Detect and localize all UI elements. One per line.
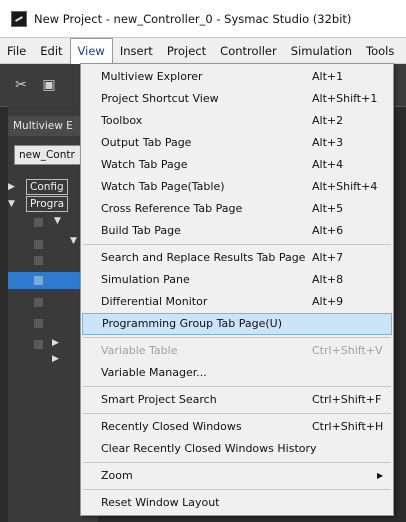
menu-item-differential-monitor[interactable]: Differential Monitor Alt+9: [82, 291, 392, 313]
menu-item-recently-closed-windows[interactable]: Recently Closed Windows Ctrl+Shift+H: [82, 416, 392, 438]
menu-item-label: Output Tab Page: [101, 136, 192, 149]
menu-separator: [83, 337, 391, 338]
menu-separator: [83, 489, 391, 490]
menu-item-smart-project-search[interactable]: Smart Project Search Ctrl+Shift+F: [82, 389, 392, 411]
tree-node-icon: [34, 298, 43, 307]
menu-item-variable-manager[interactable]: Variable Manager...: [82, 362, 392, 384]
menu-item-label: Programming Group Tab Page(U): [102, 317, 283, 330]
menu-item-label: Watch Tab Page(Table): [101, 180, 225, 193]
tree-node-icon: [34, 319, 43, 328]
menu-item-shortcut: Alt+5: [312, 202, 344, 215]
menu-item-label: Zoom: [101, 469, 133, 482]
menu-item-shortcut: Alt+8: [312, 273, 344, 286]
menu-bar: File Edit View Insert Project Controller…: [0, 37, 406, 64]
menu-item-label: Differential Monitor: [101, 295, 208, 308]
menu-item-variable-table[interactable]: Variable Table Ctrl+Shift+V: [82, 340, 392, 362]
tree-node-icon: [34, 240, 43, 249]
window-title: New Project - new_Controller_0 - Sysmac …: [34, 11, 352, 26]
menu-controller[interactable]: Controller: [213, 38, 284, 64]
menu-item-label: Recently Closed Windows: [101, 420, 242, 433]
menu-item-label: Simulation Pane: [101, 273, 190, 286]
menu-item-label: Build Tab Page: [101, 224, 181, 237]
menu-item-output-tab-page[interactable]: Output Tab Page Alt+3: [82, 132, 392, 154]
title-bar: New Project - new_Controller_0 - Sysmac …: [0, 0, 406, 38]
menu-item-toolbox[interactable]: Toolbox Alt+2: [82, 110, 392, 132]
menu-item-shortcut: Alt+7: [312, 251, 344, 264]
tree-item-label: Config: [26, 179, 68, 195]
menu-item-search-replace-results[interactable]: Search and Replace Results Tab Page Alt+…: [82, 247, 392, 269]
menu-file[interactable]: File: [0, 38, 33, 64]
menu-item-label: Variable Manager...: [101, 366, 207, 379]
menu-view[interactable]: View: [69, 37, 113, 64]
submenu-arrow-icon: ▶: [377, 471, 384, 480]
menu-item-label: Multiview Explorer: [101, 70, 203, 83]
menu-item-label: Clear Recently Closed Windows History: [101, 442, 317, 455]
menu-separator: [83, 462, 391, 463]
cut-icon[interactable]: ✂: [10, 74, 32, 96]
menu-item-shortcut: Alt+6: [312, 224, 344, 237]
menu-item-label: Reset Window Layout: [101, 496, 220, 509]
menu-tools[interactable]: Tools: [359, 38, 401, 64]
menu-edit[interactable]: Edit: [33, 38, 69, 64]
menu-item-shortcut: Alt+1: [312, 70, 344, 83]
menu-item-clear-recently-closed-history[interactable]: Clear Recently Closed Windows History: [82, 438, 392, 460]
menu-item-watch-tab-page[interactable]: Watch Tab Page Alt+4: [82, 154, 392, 176]
menu-item-shortcut: Ctrl+Shift+F: [312, 393, 382, 406]
view-menu-dropdown: Multiview Explorer Alt+1 Project Shortcu…: [80, 63, 394, 516]
menu-item-label: Cross Reference Tab Page: [101, 202, 243, 215]
menu-item-shortcut: Alt+4: [312, 158, 344, 171]
tree-node-icon: [34, 256, 43, 265]
menu-item-cross-reference-tab-page[interactable]: Cross Reference Tab Page Alt+5: [82, 198, 392, 220]
menu-item-shortcut: Alt+Shift+4: [312, 180, 378, 193]
menu-item-label: Project Shortcut View: [101, 92, 219, 105]
menu-item-shortcut: Ctrl+Shift+H: [312, 420, 384, 433]
menu-item-label: Toolbox: [101, 114, 143, 127]
menu-separator: [83, 386, 391, 387]
menu-item-label: Search and Replace Results Tab Page: [101, 251, 306, 264]
menu-item-simulation-pane[interactable]: Simulation Pane Alt+8: [82, 269, 392, 291]
menu-item-programming-group-tab-page[interactable]: Programming Group Tab Page(U): [82, 313, 392, 335]
expand-arrow-icon[interactable]: ▶: [52, 338, 59, 348]
menu-separator: [83, 244, 391, 245]
menu-item-multiview-explorer[interactable]: Multiview Explorer Alt+1: [82, 66, 392, 88]
menu-insert[interactable]: Insert: [113, 38, 160, 64]
menu-item-shortcut: Alt+3: [312, 136, 344, 149]
menu-item-reset-window-layout[interactable]: Reset Window Layout: [82, 492, 392, 514]
collapse-arrow-icon[interactable]: ▼: [70, 236, 77, 246]
menu-project[interactable]: Project: [160, 38, 213, 64]
expand-arrow-icon[interactable]: ▶: [52, 354, 59, 364]
copy-icon[interactable]: ▣: [38, 74, 60, 96]
menu-item-label: Watch Tab Page: [101, 158, 188, 171]
menu-item-project-shortcut-view[interactable]: Project Shortcut View Alt+Shift+1: [82, 88, 392, 110]
menu-item-watch-tab-page-table[interactable]: Watch Tab Page(Table) Alt+Shift+4: [82, 176, 392, 198]
tree-item-label: Progra: [26, 196, 69, 212]
menu-item-zoom[interactable]: Zoom ▶: [82, 465, 392, 487]
tree-node-icon: [34, 218, 43, 227]
menu-item-build-tab-page[interactable]: Build Tab Page Alt+6: [82, 220, 392, 242]
tree-node-icon: [34, 340, 43, 349]
menu-separator: [83, 413, 391, 414]
menu-item-shortcut: Alt+2: [312, 114, 344, 127]
tree-node-icon: [34, 276, 43, 285]
menu-item-label: Smart Project Search: [101, 393, 217, 406]
expand-arrow-icon[interactable]: ▶: [8, 179, 15, 195]
collapse-arrow-icon[interactable]: ▼: [54, 216, 61, 226]
menu-item-label: Variable Table: [101, 344, 178, 357]
menu-item-shortcut: Alt+Shift+1: [312, 92, 378, 105]
menu-simulation[interactable]: Simulation: [284, 38, 359, 64]
menu-item-shortcut: Ctrl+Shift+V: [312, 344, 383, 357]
sysmac-app-icon: [11, 10, 27, 27]
collapse-arrow-icon[interactable]: ▼: [8, 196, 15, 212]
menu-item-shortcut: Alt+9: [312, 295, 344, 308]
